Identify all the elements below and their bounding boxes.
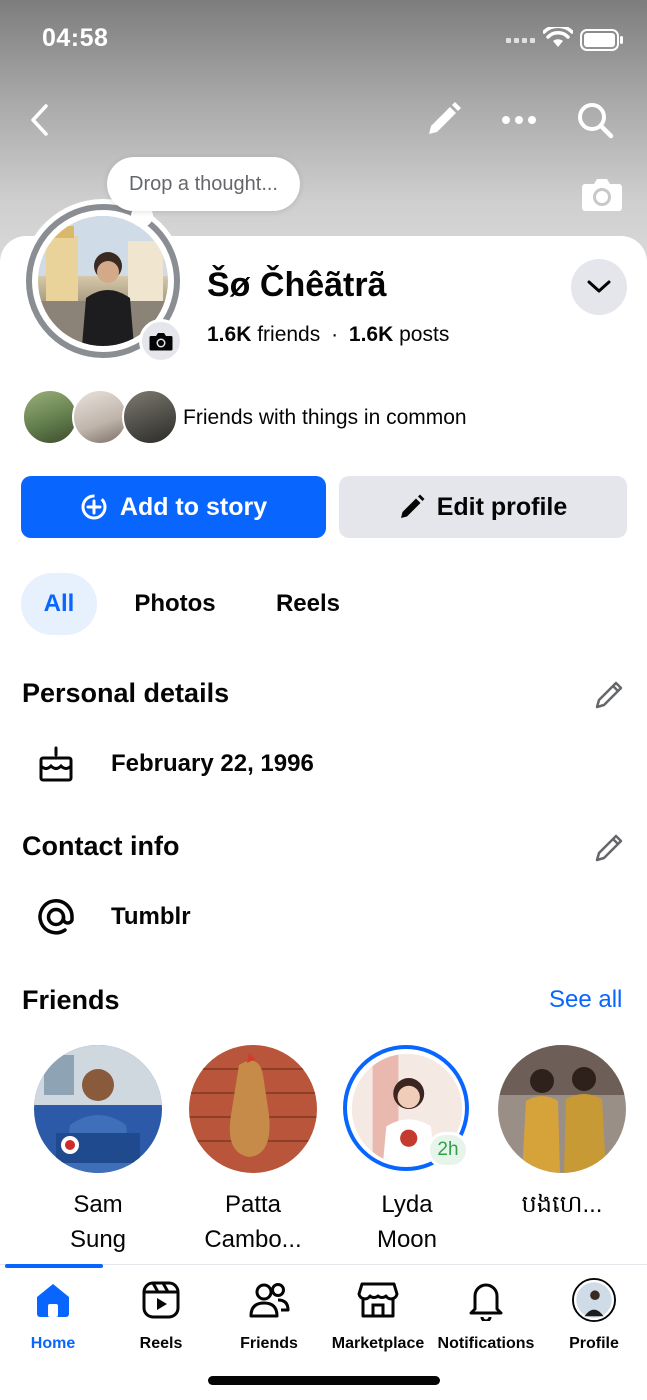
chevron-down-icon — [587, 280, 611, 293]
cellular-signal-icon — [506, 38, 535, 43]
reels-icon — [139, 1278, 183, 1322]
friend-card[interactable]: Patta Cambo... — [189, 1045, 317, 1257]
home-icon — [31, 1278, 75, 1322]
more-button[interactable] — [497, 98, 541, 142]
edit-contact-info-button[interactable] — [591, 830, 627, 866]
profile-menu-button[interactable] — [571, 259, 627, 315]
friend-name: បងហេ... — [521, 1191, 603, 1218]
profile-counts: 1.6K friends · 1.6K posts — [207, 323, 449, 347]
friends-in-common-label: Friends with things in common — [183, 406, 467, 429]
posts-word[interactable]: posts — [399, 323, 449, 346]
add-to-story-button[interactable]: Add to story — [21, 476, 326, 538]
posts-count[interactable]: 1.6K — [349, 323, 393, 346]
birthday-text: February 22, 1996 — [111, 750, 314, 777]
friends-word[interactable]: friends — [257, 323, 320, 346]
battery-icon — [580, 29, 623, 51]
pencil-icon — [429, 102, 461, 134]
avatar-camera-button[interactable] — [139, 319, 183, 363]
nav-marketplace[interactable]: Marketplace — [324, 1278, 432, 1353]
tab-photos[interactable]: Photos — [120, 573, 230, 635]
home-indicator — [208, 1376, 440, 1385]
marketplace-icon — [356, 1278, 400, 1322]
pencil-icon — [400, 494, 425, 518]
search-icon — [578, 103, 614, 139]
nav-friends[interactable]: Friends — [215, 1278, 323, 1353]
friends-count[interactable]: 1.6K — [207, 323, 251, 346]
friend-avatar — [189, 1045, 317, 1173]
nav-home[interactable]: Home — [0, 1278, 107, 1353]
at-sign-icon — [32, 893, 80, 941]
bell-icon — [464, 1278, 508, 1322]
friend-avatar — [22, 389, 78, 445]
camera-icon — [582, 179, 622, 211]
friend-avatar — [72, 389, 128, 445]
see-all-friends-link[interactable]: See all — [549, 986, 622, 1014]
nav-reels[interactable]: Reels — [107, 1278, 215, 1353]
friend-name: Sam Sung — [69, 1191, 127, 1253]
thought-placeholder: Drop a thought... — [129, 172, 278, 195]
friend-name: Lyda Moon — [376, 1191, 438, 1253]
friends-icon — [247, 1278, 291, 1322]
counts-separator: · — [331, 323, 339, 346]
pencil-outline-icon — [595, 834, 623, 862]
active-tab-indicator — [5, 1264, 103, 1268]
avatar — [572, 1278, 616, 1322]
edit-profile-label: Edit profile — [436, 492, 568, 521]
edit-profile-button[interactable]: Edit profile — [339, 476, 627, 538]
add-to-story-label: Add to story — [119, 492, 268, 521]
edit-cover-button[interactable] — [421, 98, 465, 142]
friend-avatar — [122, 389, 178, 445]
friend-avatar — [498, 1045, 626, 1173]
contact-info-title: Contact info — [22, 831, 180, 861]
nav-profile[interactable]: Profile — [540, 1278, 647, 1353]
cover-camera-button[interactable] — [581, 176, 623, 212]
friend-name: Patta Cambo... — [204, 1191, 302, 1253]
personal-details-title: Personal details — [22, 678, 230, 708]
friend-card[interactable]: បងហេ... — [498, 1045, 626, 1222]
nav-notifications[interactable]: Notifications — [432, 1278, 540, 1353]
profile-name: Šø Čhêãtrã — [207, 266, 387, 304]
tumblr-text[interactable]: Tumblr — [111, 903, 191, 931]
friends-title: Friends — [22, 985, 120, 1015]
search-button[interactable] — [573, 98, 617, 142]
camera-icon — [149, 333, 173, 351]
pencil-outline-icon — [595, 681, 623, 709]
add-story-icon — [81, 494, 107, 520]
chevron-left-icon — [31, 104, 48, 136]
wifi-icon — [543, 27, 573, 47]
birthday-cake-icon — [32, 740, 80, 788]
back-button[interactable] — [18, 98, 62, 142]
tab-all[interactable]: All — [21, 573, 97, 635]
tab-reels[interactable]: Reels — [262, 573, 354, 635]
more-horizontal-icon — [502, 116, 536, 124]
story-time-badge: 2h — [427, 1132, 469, 1168]
friend-avatar — [34, 1045, 162, 1173]
friend-card[interactable]: Sam Sung — [34, 1045, 162, 1257]
status-bar: 04:58 — [0, 0, 647, 80]
status-time: 04:58 — [42, 24, 109, 52]
thought-bubble[interactable]: Drop a thought... — [107, 157, 300, 211]
friends-in-common-row[interactable]: Friends with things in common — [22, 389, 622, 447]
edit-personal-details-button[interactable] — [591, 677, 627, 713]
